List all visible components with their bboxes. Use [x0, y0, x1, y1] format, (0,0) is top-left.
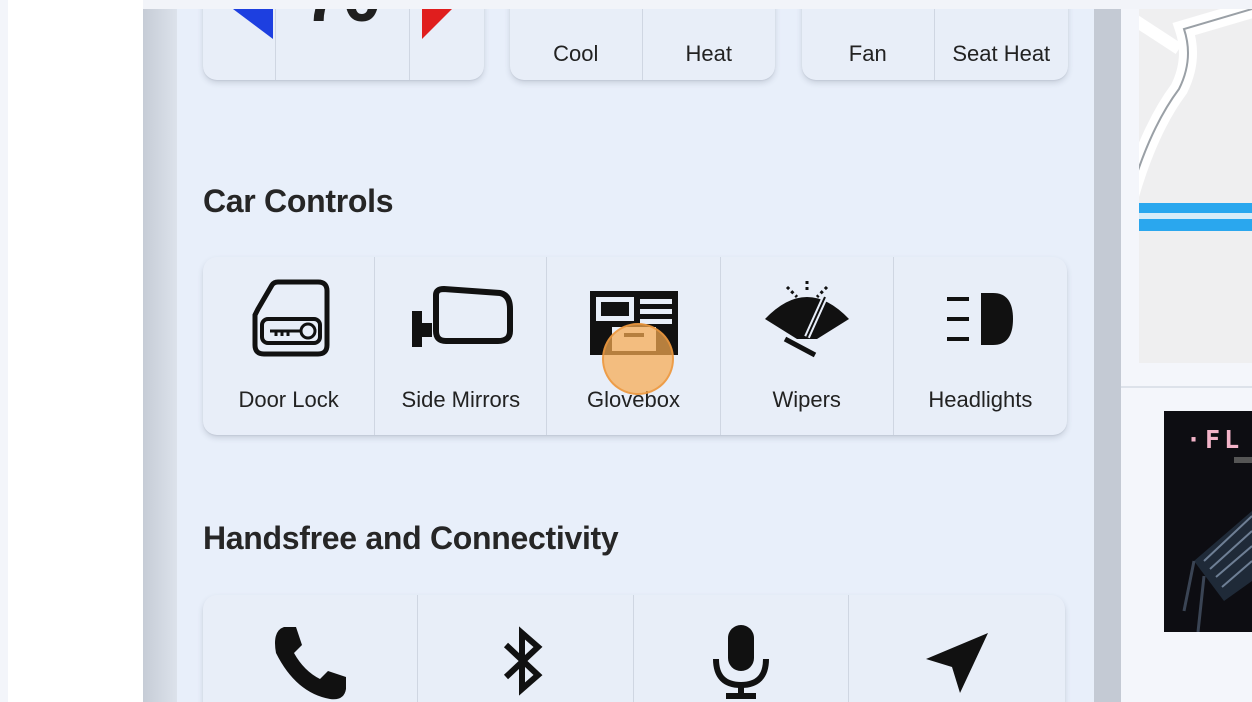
click-indicator: [602, 323, 674, 395]
connectivity-title: Handsfree and Connectivity: [203, 520, 619, 556]
fan-seat-group: Fan Seat Heat: [802, 9, 1068, 80]
microphone-icon: [712, 625, 769, 699]
connectivity-row: [203, 595, 1065, 702]
side-mirrors-label: Side Mirrors: [401, 387, 521, 412]
wipers-icon: [764, 281, 849, 358]
cool-label: Cool: [553, 41, 599, 66]
seat-heat-label: Seat Heat: [952, 41, 1051, 66]
map-roads: [1139, 9, 1252, 363]
microphone-button[interactable]: [634, 595, 849, 702]
navigation-button[interactable]: [849, 595, 1065, 702]
temperature-value: 70: [276, 9, 408, 37]
headlights-button[interactable]: Headlights: [894, 257, 1067, 435]
panel-right-shade: [1094, 9, 1121, 702]
temp-down-arrow-icon: [233, 9, 273, 39]
navigation-icon: [925, 633, 988, 693]
left-white-strip: [8, 0, 143, 702]
door-lock-icon: [252, 279, 330, 357]
wipers-button[interactable]: Wipers: [721, 257, 894, 435]
heat-button[interactable]: Heat: [643, 9, 776, 80]
temp-down-button[interactable]: [203, 9, 277, 80]
temperature-display: 70: [276, 9, 410, 80]
cool-heat-group: Cool Heat: [510, 9, 775, 80]
left-margin: [0, 0, 143, 702]
bluetooth-button[interactable]: [418, 595, 634, 702]
temperature-control: 70: [203, 9, 484, 80]
album-art[interactable]: ·FL: [1164, 411, 1252, 632]
door-lock-label: Door Lock: [238, 387, 339, 412]
car-controls-title: Car Controls: [203, 183, 394, 219]
phone-icon: [275, 627, 347, 700]
fan-label: Fan: [848, 41, 887, 66]
right-divider: [1121, 386, 1252, 388]
temp-up-arrow-icon: [421, 9, 452, 39]
map-view[interactable]: [1139, 9, 1252, 363]
headlights-label: Headlights: [928, 387, 1033, 412]
door-lock-button[interactable]: Door Lock: [203, 257, 376, 435]
controls-panel: 70 Cool Heat Fan Seat Heat Car Controls: [177, 9, 1094, 702]
seat-heat-button[interactable]: Seat Heat: [935, 9, 1069, 80]
side-mirror-icon: [411, 285, 513, 347]
bluetooth-icon: [504, 626, 543, 696]
cool-button[interactable]: Cool: [510, 9, 643, 80]
headlights-icon: [947, 293, 1014, 345]
wipers-label: Wipers: [772, 387, 841, 412]
phone-button[interactable]: [203, 595, 419, 702]
heat-label: Heat: [685, 41, 732, 66]
temp-up-button[interactable]: [410, 9, 484, 80]
side-mirrors-button[interactable]: Side Mirrors: [375, 257, 548, 435]
top-band: [0, 0, 1252, 9]
panel-left-shade: [143, 9, 177, 702]
album-graphic: [1182, 457, 1252, 632]
fan-button[interactable]: Fan: [802, 9, 935, 80]
